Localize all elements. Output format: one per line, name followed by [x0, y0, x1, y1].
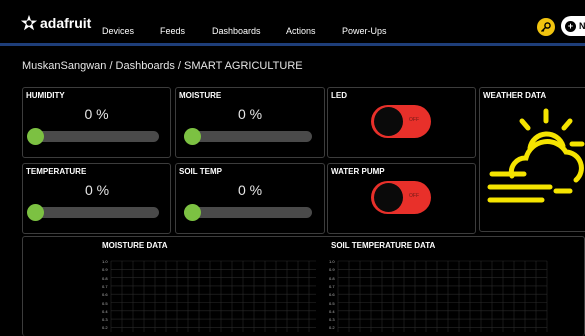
toggle-knob	[374, 107, 403, 136]
breadcrumb[interactable]: MuskanSangwan / Dashboards / SMART AGRIC…	[22, 60, 303, 72]
soil-temp-gauge-block: SOIL TEMP 0 %	[175, 163, 325, 234]
moisture-data-chart[interactable]: 1.0 0.9 0.8 0.7 0.6 0.5 0.4 0.3 0.2	[102, 256, 320, 332]
moisture-slider-knob[interactable]	[184, 128, 201, 145]
soil-temp-slider-knob[interactable]	[184, 204, 201, 221]
led-toggle-block: LED OFF	[327, 87, 476, 158]
api-key-button[interactable]	[537, 18, 555, 36]
block-title: LED	[331, 91, 347, 100]
cloud-sun-icon	[487, 108, 585, 203]
humidity-slider-knob[interactable]	[27, 128, 44, 145]
plus-icon: +	[565, 20, 576, 32]
temperature-slider-knob[interactable]	[27, 204, 44, 221]
moisture-gauge-block: MOISTURE 0 %	[175, 87, 325, 158]
toggle-knob	[374, 183, 403, 212]
temperature-gauge-block: TEMPERATURE 0 %	[22, 163, 171, 234]
nav-power-ups[interactable]: Power-Ups	[342, 26, 387, 36]
new-button-label: Ne	[579, 21, 585, 31]
humidity-gauge-block: HUMIDITY 0 %	[22, 87, 171, 158]
humidity-slider-track[interactable]	[31, 131, 159, 142]
gauge-value: 0 %	[237, 106, 263, 122]
key-icon	[541, 22, 551, 32]
water-pump-toggle-switch[interactable]: OFF	[371, 181, 431, 214]
nav-dashboards[interactable]: Dashboards	[212, 26, 261, 36]
chart-grid	[337, 260, 548, 332]
block-title: MOISTURE	[179, 91, 222, 100]
led-toggle-switch[interactable]: OFF	[371, 105, 431, 138]
nav-actions[interactable]: Actions	[286, 26, 316, 36]
block-title: SOIL TEMP	[179, 167, 222, 176]
adafruit-logo[interactable]: adafruit	[20, 13, 91, 33]
block-title: WEATHER DATA	[483, 91, 547, 100]
toggle-state: OFF	[409, 117, 419, 123]
top-nav-bar: adafruit Devices Feeds Dashboards Action…	[0, 0, 585, 46]
block-title: WATER PUMP	[331, 167, 385, 176]
chart-grid	[110, 260, 316, 332]
soil-temp-chart-title: SOIL TEMPERATURE DATA	[331, 241, 436, 250]
moisture-slider-track[interactable]	[184, 131, 312, 142]
logo-text: adafruit	[40, 15, 92, 31]
block-title: HUMIDITY	[26, 91, 65, 100]
temperature-slider-track[interactable]	[31, 207, 159, 218]
block-title: TEMPERATURE	[26, 167, 87, 176]
soil-temperature-data-chart[interactable]: 1.0 0.9 0.8 0.7 0.6 0.5 0.4 0.3 0.2	[329, 256, 551, 332]
nav-devices[interactable]: Devices	[102, 26, 134, 36]
gauge-value: 0 %	[84, 106, 109, 122]
moisture-chart-title: MOISTURE DATA	[102, 241, 168, 250]
nav-feeds[interactable]: Feeds	[160, 26, 185, 36]
star-logo-icon	[20, 14, 38, 31]
toggle-state: OFF	[409, 193, 419, 199]
new-button[interactable]: + Ne	[561, 16, 585, 36]
water-pump-toggle-block: WATER PUMP OFF	[327, 163, 476, 234]
soil-temp-slider-track[interactable]	[184, 207, 312, 218]
gauge-value: 0 %	[237, 182, 263, 198]
weather-data-block: WEATHER DATA	[479, 87, 585, 232]
